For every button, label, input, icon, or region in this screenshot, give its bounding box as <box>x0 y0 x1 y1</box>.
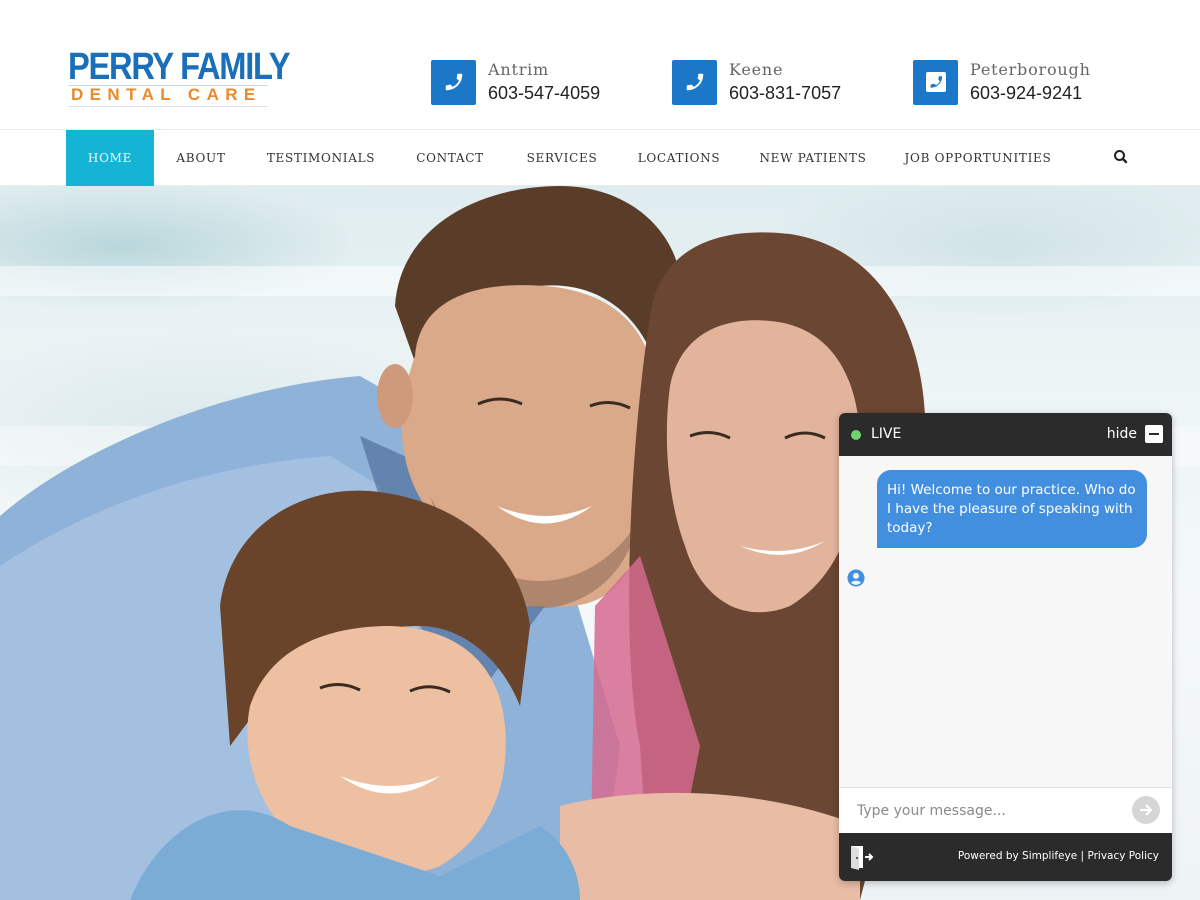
logo-subtitle: DENTAL CARE <box>71 85 262 104</box>
chat-footer: Powered by Simplifeye | Privacy Policy <box>839 833 1172 881</box>
live-status-label: LIVE <box>871 426 902 442</box>
phone-square-icon[interactable] <box>913 59 958 105</box>
location-name: Peterborough <box>970 60 1091 79</box>
nav-item-services[interactable]: SERVICES <box>518 130 606 186</box>
logo-title: PERRY FAMILY <box>68 46 291 88</box>
location-phone[interactable]: 603-924-9241 <box>970 81 1091 105</box>
main-nav: HOME ABOUT TESTIMONIALS CONTACT SERVICES… <box>0 129 1200 186</box>
chat-widget: LIVE hide Hi! Welcome to our practice. W… <box>839 413 1172 881</box>
location-antrim: Antrim 603-547-4059 <box>431 59 600 105</box>
agent-message-bubble: Hi! Welcome to our practice. Who do I ha… <box>877 470 1147 548</box>
phone-icon[interactable] <box>431 59 476 105</box>
nav-item-locations[interactable]: LOCATIONS <box>632 130 726 186</box>
simplifeye-link[interactable]: Powered by Simplifeye <box>958 850 1077 862</box>
chat-message-input[interactable] <box>857 800 1117 822</box>
nav-item-job-opportunities[interactable]: JOB OPPORTUNITIES <box>900 130 1056 186</box>
chat-header: LIVE hide <box>839 413 1172 456</box>
phone-icon[interactable] <box>672 59 717 105</box>
location-phone[interactable]: 603-547-4059 <box>488 81 600 105</box>
exit-door-icon[interactable] <box>849 844 875 870</box>
powered-by-text: Powered by Simplifeye | Privacy Policy <box>958 850 1159 862</box>
logo-divider <box>68 106 268 107</box>
location-name: Keene <box>729 60 784 79</box>
location-peterborough: Peterborough 603-924-9241 <box>913 59 1091 105</box>
location-phone[interactable]: 603-831-7057 <box>729 81 841 105</box>
location-name: Antrim <box>488 60 550 79</box>
privacy-policy-link[interactable]: Privacy Policy <box>1087 850 1159 862</box>
minimize-icon[interactable] <box>1145 425 1163 443</box>
logo[interactable]: PERRY FAMILY DENTAL CARE <box>68 46 291 110</box>
nav-item-testimonials[interactable]: TESTIMONIALS <box>262 130 380 186</box>
chat-input-row <box>839 787 1172 833</box>
site-header: PERRY FAMILY DENTAL CARE Antrim 603-547-… <box>0 0 1200 130</box>
send-arrow-icon[interactable] <box>1132 796 1160 824</box>
footer-separator: | <box>1080 850 1085 862</box>
nav-item-about[interactable]: ABOUT <box>166 130 236 186</box>
chat-messages: Hi! Welcome to our practice. Who do I ha… <box>839 456 1172 787</box>
location-keene: Keene 603-831-7057 <box>672 59 841 105</box>
live-status-dot <box>851 430 861 440</box>
search-icon[interactable] <box>1112 148 1130 166</box>
hide-chat-link[interactable]: hide <box>1107 426 1137 442</box>
nav-item-new-patients[interactable]: NEW PATIENTS <box>752 130 874 186</box>
agent-avatar-icon <box>847 569 865 587</box>
nav-item-contact[interactable]: CONTACT <box>408 130 492 186</box>
nav-item-home[interactable]: HOME <box>66 130 154 186</box>
